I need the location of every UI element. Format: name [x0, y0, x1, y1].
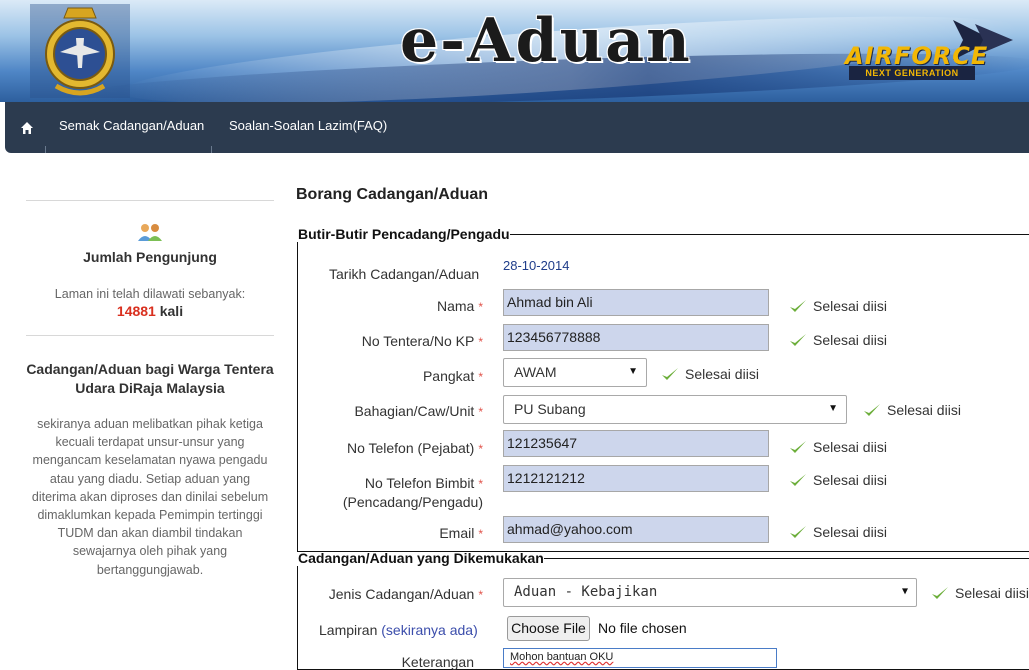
visitor-count-unit: kali: [159, 303, 184, 319]
check-icon: [790, 474, 806, 486]
nav-faq[interactable]: Soalan-Soalan Lazim(FAQ): [229, 118, 387, 133]
divider: [26, 335, 274, 336]
divider: [26, 200, 274, 201]
nama-label: Nama *: [436, 298, 483, 314]
check-icon: [790, 334, 806, 346]
chevron-down-icon: ▼: [901, 586, 908, 597]
kp-input[interactable]: 123456778888: [503, 324, 769, 351]
bimbit-input[interactable]: 1212121212: [503, 465, 769, 492]
email-status: Selesai diisi: [789, 524, 887, 540]
bahagian-status: Selesai diisi: [863, 402, 961, 418]
check-icon: [790, 526, 806, 538]
email-label: Email *: [439, 525, 483, 541]
date-value: 28-10-2014: [503, 258, 570, 273]
nav-semak-aduan[interactable]: Semak Cadangan/Aduan: [59, 118, 204, 133]
sidebar: Jumlah Pengunjung Laman ini telah dilawa…: [26, 200, 274, 579]
lampiran-label: Lampiran (sekiranya ada): [319, 622, 478, 638]
bimbit-label: No Telefon Bimbit * (Pencadang/Pengadu): [342, 475, 483, 510]
pangkat-label: Pangkat *: [422, 368, 483, 384]
info-text: sekiranya aduan melibatkan pihak ketiga …: [31, 417, 269, 577]
jenis-status: Selesai diisi: [931, 585, 1029, 601]
section-title: Butir-Butir Pencadang/Pengadu: [298, 226, 510, 242]
visitor-text: Laman ini telah dilawati sebanyak:: [54, 287, 246, 301]
bimbit-status: Selesai diisi: [789, 472, 887, 488]
optional-note: (sekiranya ada): [381, 622, 478, 638]
chevron-down-icon: ▼: [628, 366, 638, 377]
visitor-count: 14881 kali: [26, 303, 274, 319]
keterangan-textarea[interactable]: Mohon bantuan OKU: [503, 648, 777, 668]
main-content: Borang Cadangan/Aduan: [296, 186, 1029, 204]
bahagian-label: Bahagian/Caw/Unit *: [354, 403, 483, 419]
visitor-count-number: 14881: [116, 303, 156, 319]
date-label: Tarikh Cadangan/Aduan: [329, 266, 480, 282]
section-title: Cadangan/Aduan yang Dikemukakan: [298, 550, 544, 566]
nama-input[interactable]: Ahmad bin Ali: [503, 289, 769, 316]
header-banner: e-Aduan AIRFORCE NEXT GENERATION: [0, 0, 1029, 102]
check-icon: [790, 300, 806, 312]
check-icon: [932, 587, 948, 599]
airforce-logo-tagline: NEXT GENERATION: [849, 66, 975, 80]
tudm-crest-logo: [30, 4, 130, 98]
file-status: No file chosen: [598, 620, 687, 636]
chevron-down-icon: ▼: [828, 403, 838, 414]
airforce-logo: AIRFORCE NEXT GENERATION: [835, 6, 1025, 86]
check-icon: [662, 368, 678, 380]
pangkat-status: Selesai diisi: [661, 366, 759, 382]
users-icon: [138, 224, 162, 241]
visitor-title: Jumlah Pengunjung: [83, 249, 217, 265]
jenis-select[interactable]: Aduan - Kebajikan ▼: [503, 578, 917, 607]
keterangan-label: Keterangan: [401, 654, 474, 670]
required-mark: *: [478, 300, 483, 314]
site-title: e-Aduan: [400, 6, 692, 76]
nama-status: Selesai diisi: [789, 298, 887, 314]
kp-label: No Tentera/No KP *: [361, 333, 483, 349]
jenis-label: Jenis Cadangan/Aduan *: [328, 586, 483, 602]
top-navbar: Semak Cadangan/Aduan Soalan-Soalan Lazim…: [5, 102, 1029, 153]
tel-status: Selesai diisi: [789, 439, 887, 455]
info-title: Cadangan/Aduan bagi Warga Tentera Udara …: [26, 361, 274, 396]
check-icon: [790, 441, 806, 453]
bahagian-select[interactable]: PU Subang ▼: [503, 395, 847, 424]
home-icon[interactable]: [19, 120, 35, 136]
tel-input[interactable]: 121235647: [503, 430, 769, 457]
tel-label: No Telefon (Pejabat) *: [346, 440, 483, 456]
email-input[interactable]: ahmad@yahoo.com: [503, 516, 769, 543]
kp-status: Selesai diisi: [789, 332, 887, 348]
choose-file-button[interactable]: Choose File: [507, 616, 590, 641]
form-title: Borang Cadangan/Aduan: [296, 186, 489, 203]
pangkat-select[interactable]: AWAM ▼: [503, 358, 647, 387]
check-icon: [864, 404, 880, 416]
